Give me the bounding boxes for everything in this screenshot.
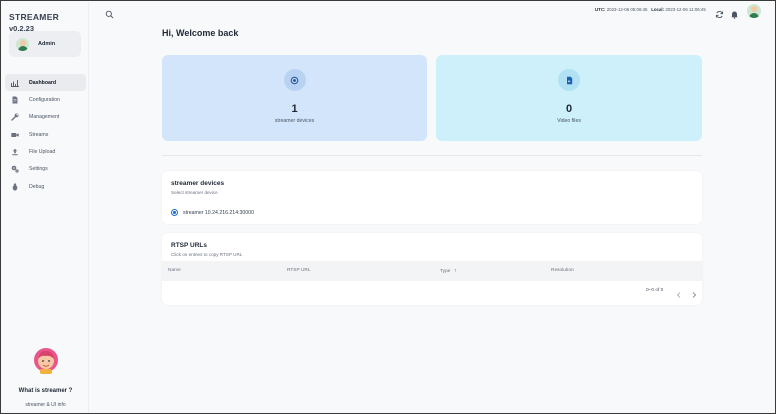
devices-subtitle: Select streamer device	[171, 190, 218, 195]
target-icon	[283, 69, 306, 91]
bug-icon	[11, 183, 19, 191]
devices-card: streamer devices Select streamer device …	[162, 171, 702, 224]
sidebar-nav: Dashboard Configuration Management Strea…	[5, 74, 86, 196]
column-header-type-label: Type	[440, 269, 451, 274]
sidebar-item-label: Dashboard	[29, 79, 57, 86]
stat-card-video-files: 0 Video files	[436, 55, 702, 141]
file-icon	[558, 69, 580, 91]
sidebar-item-label: Debug	[29, 183, 45, 190]
pagination-info: 0–0 of 0	[646, 288, 664, 293]
dashboard-icon	[11, 79, 19, 87]
column-header-rtsp-url[interactable]: RTSP URL	[287, 268, 311, 273]
utc-label: UTC:	[595, 7, 606, 12]
video-icon	[11, 131, 19, 139]
help-link[interactable]: streamer & UI info	[2, 402, 89, 408]
bell-icon[interactable]	[730, 6, 739, 19]
next-page-button[interactable]	[690, 286, 698, 298]
search-icon[interactable]	[105, 6, 114, 19]
column-header-name[interactable]: Name	[168, 268, 181, 273]
sidebar-item-streams[interactable]: Streams	[5, 126, 86, 143]
section-divider	[162, 155, 702, 156]
utc-time: 2023-12-06 05:06:45	[606, 7, 648, 12]
local-label: Local:	[651, 7, 665, 12]
rtsp-card: RTSP URLs Click on entries to copy RTSP …	[162, 233, 702, 305]
devices-title: streamer devices	[171, 180, 225, 187]
column-header-type[interactable]: Type ↑	[440, 268, 457, 274]
gears-icon	[11, 165, 19, 174]
help-illustration	[32, 347, 60, 375]
device-option[interactable]: streamer 10.24.216.214:30000	[171, 209, 254, 216]
page-title: Hi, Welcome back	[162, 28, 239, 38]
sidebar-item-debug[interactable]: Debug	[5, 178, 86, 195]
sidebar-item-configuration[interactable]: Configuration	[5, 91, 86, 108]
account-name: Admin	[38, 41, 56, 47]
local-time: 2023-12-06 11:06:45	[665, 7, 706, 12]
help-question: What is streamer ?	[18, 388, 73, 394]
sidebar-item-label: File Upload	[29, 149, 56, 156]
sidebar-item-label: Management	[29, 114, 60, 121]
device-radio[interactable]	[171, 209, 178, 216]
sidebar-item-file-upload[interactable]: File Upload	[5, 144, 86, 161]
sort-arrow-icon: ↑	[453, 268, 457, 274]
sidebar: STREAMER v0.2.23 Admin Dashboard Configu…	[2, 2, 89, 413]
stat-card-devices: 1 streamer devices	[162, 55, 427, 141]
stat-value: 1	[291, 103, 298, 115]
clock-readout: UTC: 2023-12-06 05:06:45 Local: 2023-12-…	[595, 7, 706, 12]
sync-icon[interactable]	[715, 6, 724, 18]
stat-value: 0	[565, 103, 573, 115]
document-icon	[11, 96, 19, 104]
sidebar-item-management[interactable]: Management	[5, 109, 86, 126]
wrench-icon	[11, 113, 19, 121]
stat-caption: streamer devices	[274, 118, 315, 124]
avatar	[16, 37, 29, 51]
sidebar-item-label: Configuration	[29, 96, 60, 103]
app-window: STREAMER v0.2.23 Admin Dashboard Configu…	[0, 0, 776, 414]
app-name: STREAMER	[9, 12, 60, 22]
rtsp-subtitle: Click on entries to copy RTSP URL	[171, 252, 243, 257]
stat-caption: Video files	[557, 118, 581, 124]
topbar: UTC: 2023-12-06 05:06:45 Local: 2023-12-…	[89, 2, 775, 22]
rtsp-title: RTSP URLs	[171, 242, 207, 249]
help-panel: What is streamer ? streamer & UI info	[2, 347, 89, 408]
account-card[interactable]: Admin	[9, 31, 81, 57]
prev-page-button[interactable]	[675, 286, 683, 298]
sidebar-item-settings[interactable]: Settings	[5, 161, 86, 178]
sidebar-item-label: Streams	[29, 131, 49, 138]
brand: STREAMER v0.2.23	[9, 12, 59, 33]
device-option-label: streamer 10.24.216.214:30000	[183, 209, 254, 216]
column-header-resolution[interactable]: Resolution	[551, 268, 574, 273]
sidebar-item-dashboard[interactable]: Dashboard	[5, 74, 86, 91]
sidebar-item-label: Settings	[29, 166, 48, 173]
user-avatar[interactable]	[747, 4, 761, 18]
upload-icon	[11, 148, 19, 156]
table-header: Name RTSP URL Type ↑ Resolution	[162, 261, 702, 281]
